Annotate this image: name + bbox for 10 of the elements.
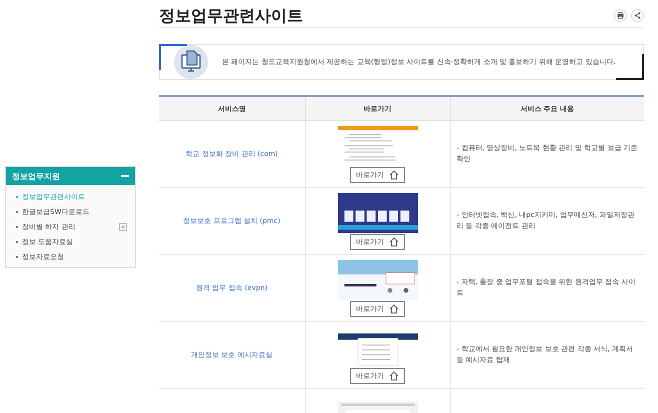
page-title: 정보업무관련사이트 <box>159 6 303 27</box>
home-icon <box>389 304 399 314</box>
print-button[interactable] <box>614 9 627 22</box>
home-icon <box>389 170 399 180</box>
share-icon <box>634 12 641 19</box>
home-icon <box>389 370 399 380</box>
printer-icon <box>617 12 624 19</box>
share-button[interactable] <box>631 9 644 22</box>
home-icon <box>389 236 399 246</box>
corner-accent <box>616 54 644 80</box>
